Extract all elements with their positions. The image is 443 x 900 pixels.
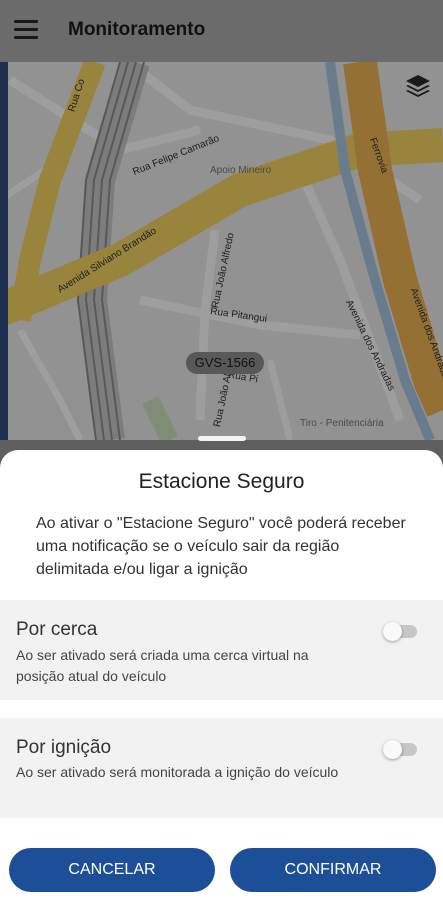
cancel-button[interactable]: CANCELAR xyxy=(9,848,215,892)
option-title: Por cerca xyxy=(16,619,98,640)
bottom-sheet: Estacione Seguro Ao ativar o "Estacione … xyxy=(0,450,443,900)
option-description: Ao ser ativado será criada uma cerca vir… xyxy=(16,647,309,684)
side-panel-edge xyxy=(0,62,8,440)
sheet-drag-handle[interactable] xyxy=(198,436,246,441)
toggle-knob xyxy=(383,740,402,759)
option-title: Por ignição xyxy=(16,737,112,758)
menu-icon[interactable] xyxy=(14,20,38,42)
option-description: Ao ser ativado será monitorada a ignição… xyxy=(16,764,339,780)
sheet-title: Estacione Seguro xyxy=(138,470,305,493)
cerca-toggle[interactable] xyxy=(383,622,417,641)
sheet-description: Ao ativar o "Estacione Seguro" você pode… xyxy=(36,515,406,578)
page-title: Monitoramento xyxy=(68,19,206,40)
option-por-ignicao: Por ignição Ao ser ativado será monitora… xyxy=(0,718,443,818)
ignicao-toggle[interactable] xyxy=(383,740,417,759)
confirm-button[interactable]: CONFIRMAR xyxy=(230,848,436,892)
option-por-cerca: Por cerca Ao ser ativado será criada uma… xyxy=(0,600,443,700)
toggle-knob xyxy=(383,622,402,641)
app-bar: Monitoramento xyxy=(0,0,443,62)
layers-icon[interactable] xyxy=(404,72,432,100)
